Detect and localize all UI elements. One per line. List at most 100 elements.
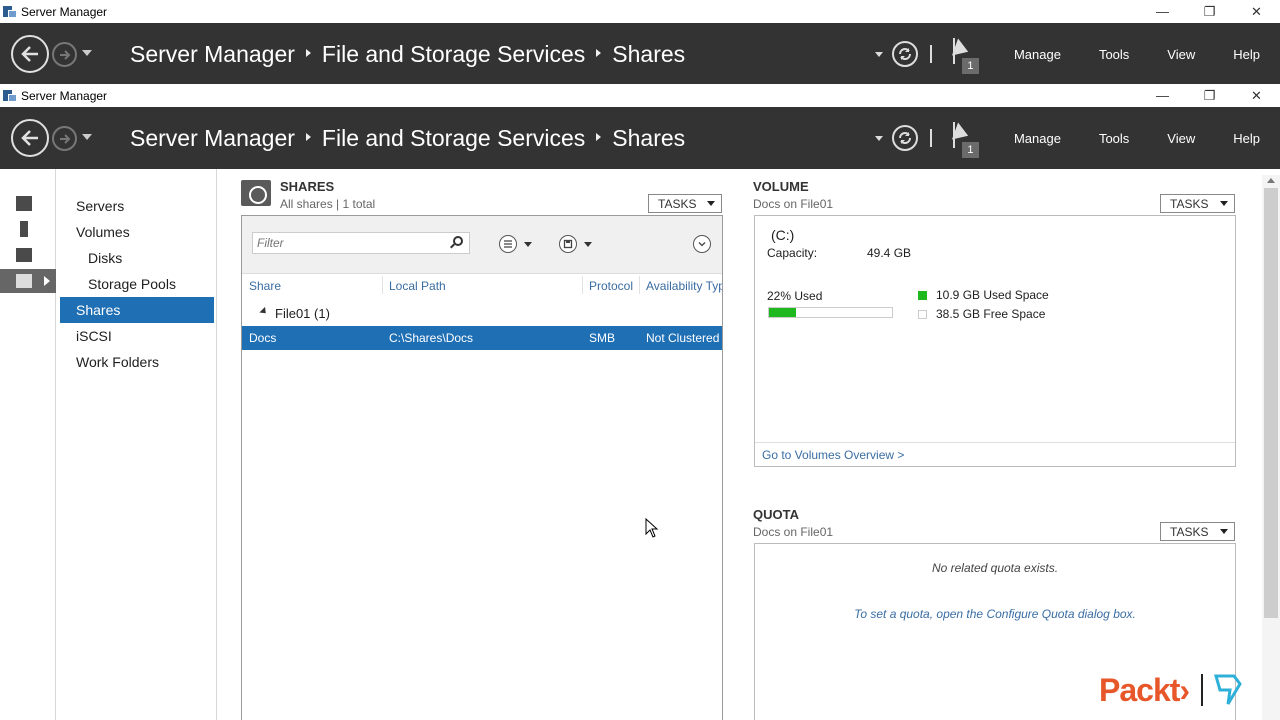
local-server-icon[interactable] <box>0 217 56 241</box>
sidebar-item-iscsi[interactable]: iSCSI <box>60 323 214 349</box>
menu-tools[interactable]: Tools <box>1081 131 1149 146</box>
sidebar-item-servers[interactable]: Servers <box>60 193 214 219</box>
table-header: Share Local Path Protocol Availability T… <box>242 274 722 300</box>
group-row[interactable]: File01 (1) <box>242 300 722 326</box>
free-space-label: 38.5 GB Free Space <box>936 307 1046 321</box>
back-arrow-icon[interactable] <box>11 119 49 157</box>
tasks-label: TASKS <box>1170 524 1209 539</box>
menu-help[interactable]: Help <box>1215 131 1280 146</box>
sidebar-item-work-folders[interactable]: Work Folders <box>60 349 214 375</box>
capacity-label: Capacity: <box>767 246 818 260</box>
vertical-scrollbar[interactable] <box>1262 175 1280 720</box>
menu-tools[interactable]: Tools <box>1081 47 1149 62</box>
breadcrumb-item[interactable]: File and Storage Services <box>322 41 585 68</box>
collapse-group-icon[interactable] <box>259 306 269 317</box>
title-bar-back: Server Manager — ❐ ✕ <box>0 0 1280 23</box>
file-storage-services-icon[interactable] <box>0 269 56 293</box>
volume-pane: VOLUME Docs on File01 TASKS (C:) Capacit… <box>753 175 1236 475</box>
mouse-cursor-icon <box>645 517 659 543</box>
breadcrumb-item[interactable]: Shares <box>612 125 685 152</box>
column-header-availability[interactable]: Availability Typ <box>646 279 722 293</box>
chevron-down-icon <box>707 201 715 206</box>
sidebar-icon-strip <box>0 169 56 720</box>
close-button[interactable]: ✕ <box>1233 84 1280 107</box>
used-space-legend-icon <box>918 291 927 300</box>
notifications-flag-icon[interactable]: 1 <box>951 118 982 158</box>
filter-input[interactable] <box>252 232 470 254</box>
volume-title: VOLUME <box>753 179 809 194</box>
breadcrumb: Server Manager File and Storage Services… <box>130 38 685 70</box>
notifications-flag-icon[interactable]: 1 <box>951 34 982 74</box>
sidebar-item-shares[interactable]: Shares <box>60 297 214 323</box>
free-space-legend-icon <box>918 310 927 319</box>
breadcrumb-separator-icon <box>305 133 311 141</box>
all-servers-icon[interactable] <box>0 243 56 267</box>
notification-count-badge: 1 <box>961 58 979 74</box>
configure-quota-link[interactable]: To set a quota, open the Configure Quota… <box>755 607 1235 621</box>
scrollbar-thumb[interactable] <box>1264 188 1278 618</box>
expand-arrow-icon <box>44 276 50 286</box>
tasks-label: TASKS <box>1170 196 1209 211</box>
save-query-icon[interactable] <box>559 235 577 253</box>
menu-view[interactable]: View <box>1149 47 1215 62</box>
list-view-options-icon[interactable] <box>499 235 517 253</box>
close-button[interactable]: ✕ <box>1233 0 1280 23</box>
expand-toolbar-icon[interactable] <box>693 235 711 253</box>
shares-list: Share Local Path Protocol Availability T… <box>241 215 723 720</box>
cell-share: Docs <box>249 331 277 345</box>
restore-button[interactable]: ❐ <box>1186 84 1233 107</box>
refresh-icon[interactable] <box>891 41 918 67</box>
minimize-button[interactable]: — <box>1139 84 1186 107</box>
refresh-icon[interactable] <box>891 125 918 151</box>
chevron-down-icon[interactable] <box>524 242 532 247</box>
menu-manage[interactable]: Manage <box>996 131 1081 146</box>
history-dropdown-icon[interactable] <box>82 134 92 140</box>
breadcrumb-item[interactable]: Server Manager <box>130 41 295 68</box>
quota-tasks-button[interactable]: TASKS <box>1160 522 1235 541</box>
breadcrumb-dropdown-icon[interactable] <box>874 51 883 57</box>
breadcrumb-item[interactable]: Server Manager <box>130 125 295 152</box>
forward-arrow-icon[interactable] <box>52 126 77 151</box>
column-header-share[interactable]: Share <box>249 279 281 293</box>
sidebar-item-volumes[interactable]: Volumes <box>60 219 214 245</box>
shares-subtitle: All shares | 1 total <box>280 197 376 211</box>
history-dropdown-icon[interactable] <box>82 50 92 56</box>
shares-title: SHARES <box>280 179 335 194</box>
breadcrumb-separator-icon <box>596 133 602 141</box>
forward-arrow-icon[interactable] <box>52 42 77 67</box>
table-row[interactable]: Docs C:\Shares\Docs SMB Not Clustered <box>242 326 722 350</box>
packt-bolt-icon <box>1214 674 1242 705</box>
chevron-down-icon <box>1220 201 1228 206</box>
server-manager-app-icon <box>3 89 17 102</box>
breadcrumb-separator-icon <box>305 49 311 57</box>
sidebar-item-disks[interactable]: Disks <box>60 245 214 271</box>
column-header-protocol[interactable]: Protocol <box>589 279 633 293</box>
breadcrumb-item[interactable]: File and Storage Services <box>322 125 585 152</box>
chevron-down-icon[interactable] <box>584 242 592 247</box>
minimize-button[interactable]: — <box>1139 0 1186 23</box>
dashboard-icon[interactable] <box>0 191 56 215</box>
column-header-local-path[interactable]: Local Path <box>389 279 446 293</box>
breadcrumb-dropdown-icon[interactable] <box>874 135 883 141</box>
menu-manage[interactable]: Manage <box>996 47 1081 62</box>
sidebar-item-storage-pools[interactable]: Storage Pools <box>60 271 214 297</box>
shares-tasks-button[interactable]: TASKS <box>648 194 722 213</box>
restore-button[interactable]: ❐ <box>1186 0 1233 23</box>
breadcrumb: Server Manager File and Storage Services… <box>130 122 685 154</box>
menu-view[interactable]: View <box>1149 131 1215 146</box>
usage-bar <box>768 307 893 318</box>
volumes-overview-link[interactable]: Go to Volumes Overview > <box>755 442 1235 466</box>
menu-help[interactable]: Help <box>1215 47 1280 62</box>
header-back: Server Manager File and Storage Services… <box>0 23 1280 85</box>
cell-availability: Not Clustered <box>646 331 720 345</box>
volume-tasks-button[interactable]: TASKS <box>1160 194 1235 213</box>
capacity-value: 49.4 GB <box>867 246 912 260</box>
breadcrumb-item[interactable]: Shares <box>612 41 685 68</box>
back-arrow-icon[interactable] <box>11 35 49 73</box>
cell-protocol: SMB <box>589 331 616 345</box>
chevron-down-icon <box>1220 529 1228 534</box>
server-manager-app-icon <box>3 5 17 18</box>
search-icon[interactable] <box>453 236 463 246</box>
scroll-up-icon[interactable] <box>1267 178 1275 183</box>
title-bar: Server Manager — ❐ ✕ <box>0 84 1280 107</box>
